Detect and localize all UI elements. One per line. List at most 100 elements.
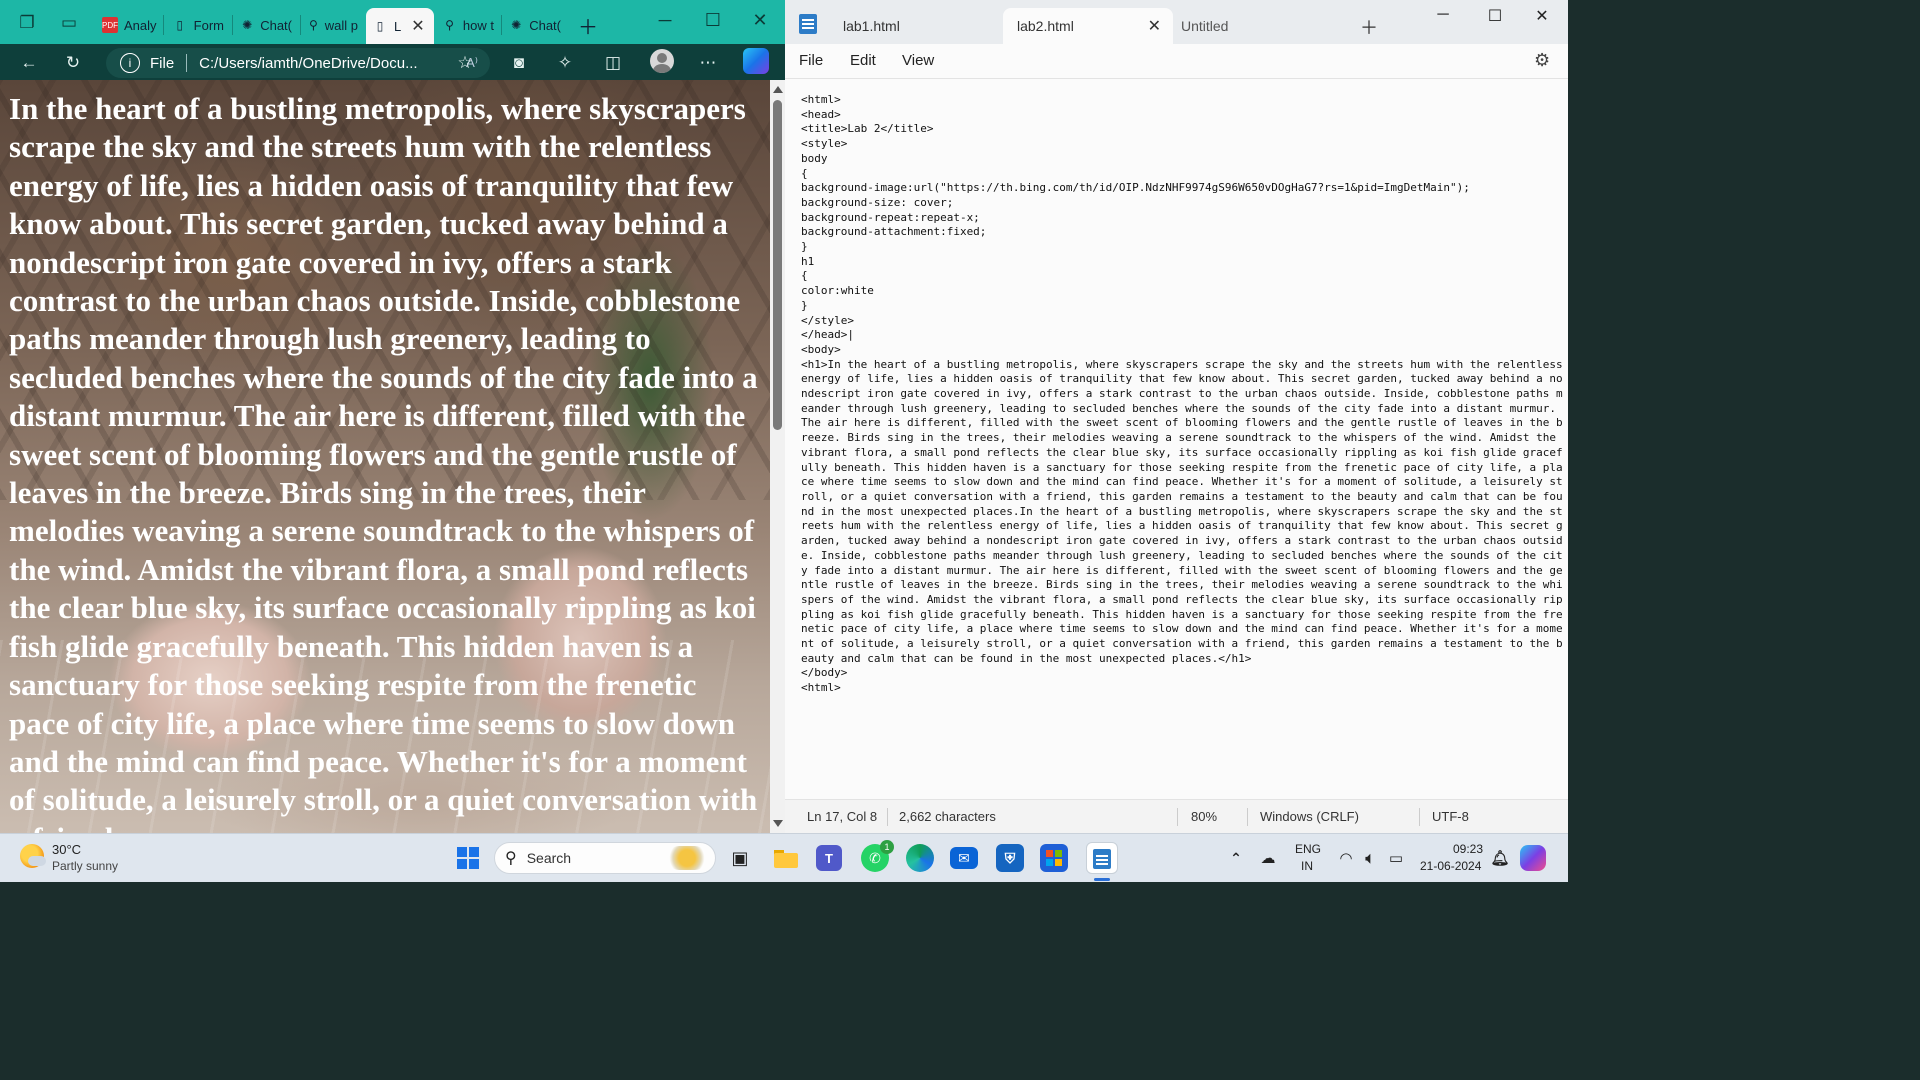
show-hidden-icons-chevron-icon[interactable]: ⌃ [1220, 842, 1252, 874]
notepad-menu-bar: File Edit View ⚙ [785, 44, 1568, 78]
weather-partly-sunny-icon[interactable] [20, 844, 46, 868]
info-icon[interactable]: i [120, 53, 140, 73]
browser-tab-bar: ❐ ▭ PDF Analy ▯ Form ✺ Chat( ⚲ wall p ▯ … [0, 0, 785, 44]
back-arrow-icon[interactable]: ← [16, 50, 42, 76]
tab-separator [300, 15, 301, 35]
clock-date[interactable]: 21-06-2024 [1420, 859, 1481, 873]
tab-how[interactable]: ⚲ how t [436, 8, 500, 42]
tab-label: Form [193, 17, 224, 33]
notepad-app-icon [799, 14, 817, 34]
address-url[interactable]: C:/Users/iamth/OneDrive/Docu... [199, 55, 466, 72]
tab-analy[interactable]: PDF Analy [96, 8, 160, 42]
microsoft-store-icon[interactable] [1040, 844, 1068, 872]
status-divider [1177, 808, 1178, 826]
new-tab-button[interactable]: ＋ [572, 8, 602, 42]
search-icon: ⚲ [445, 18, 454, 32]
settings-gear-icon[interactable]: ⚙ [1534, 50, 1550, 71]
minimize-icon[interactable]: ─ [1428, 6, 1458, 24]
chatgpt-icon: ✺ [242, 18, 253, 32]
page-scrollbar[interactable] [770, 80, 785, 833]
network-disconnected-icon[interactable]: ☁ [1252, 842, 1284, 874]
split-screen-icon[interactable]: ◫ [600, 50, 626, 76]
tab-actions-icon[interactable]: ▭ [56, 10, 82, 36]
notification-bell-icon[interactable]: 🔔︎ [1484, 842, 1516, 874]
mail-icon[interactable]: ✉ [950, 847, 978, 869]
address-divider [186, 54, 188, 72]
pdf-icon: PDF [102, 17, 118, 33]
refresh-icon[interactable]: ↻ [60, 50, 86, 76]
close-window-icon[interactable]: ✕ [1527, 6, 1557, 26]
maximize-icon[interactable]: ☐ [1480, 6, 1510, 26]
search-highlight-icon [667, 846, 707, 870]
tab-form[interactable]: ▯ Form [166, 8, 230, 42]
language-primary[interactable]: ENG [1295, 842, 1321, 856]
minimize-icon[interactable]: ─ [650, 10, 680, 31]
file-explorer-icon[interactable] [770, 842, 802, 874]
teams-icon[interactable]: T [816, 845, 842, 871]
status-divider [1419, 808, 1420, 826]
close-window-icon[interactable]: ✕ [745, 10, 775, 31]
notepad-tab-bar: lab1.html lab2.html ✕ Untitled ＋ ─ ☐ ✕ [785, 0, 1568, 44]
new-tab-plus-icon[interactable]: ＋ [1360, 14, 1378, 40]
encoding[interactable]: UTF-8 [1432, 809, 1469, 824]
tab-separator [163, 15, 164, 35]
scroll-down-arrow-icon[interactable] [773, 820, 783, 827]
active-app-indicator [1094, 878, 1110, 881]
tab-lab1[interactable]: lab1.html [829, 8, 1001, 44]
page-icon: ▯ [376, 19, 384, 33]
windows-start-icon[interactable] [452, 842, 484, 874]
taskbar-search[interactable]: ⚲ Search [494, 842, 716, 874]
favorite-star-icon[interactable]: ☆ [452, 50, 478, 76]
status-bar: Ln 17, Col 8 2,662 characters 80% Window… [785, 799, 1568, 833]
tab-active-lab2[interactable]: ▯ L ✕ [366, 8, 434, 44]
tab-label: Chat( [260, 17, 292, 33]
tab-wall[interactable]: ⚲ wall p [302, 8, 364, 42]
editor-text[interactable]: <html> <head> <title>Lab 2</title> <styl… [801, 93, 1567, 696]
task-view-icon[interactable]: ▣ [724, 842, 756, 874]
screenshot-camera-icon[interactable]: ◙ [506, 50, 532, 76]
cursor-position: Ln 17, Col 8 [807, 809, 878, 824]
tab-label: Untitled [1181, 18, 1229, 34]
status-divider [1247, 808, 1248, 826]
menu-file[interactable]: File [799, 52, 823, 69]
tab-label: lab2.html [1017, 18, 1074, 34]
security-shield-icon[interactable]: ⛨ [996, 844, 1024, 872]
tab-chat-1[interactable]: ✺ Chat( [234, 8, 298, 42]
profile-avatar[interactable] [650, 49, 674, 73]
more-options-icon[interactable]: ⋯ [695, 50, 721, 76]
tab-label: Analy [124, 17, 157, 33]
battery-icon[interactable]: ▭ [1380, 842, 1412, 874]
address-bar[interactable]: i File C:/Users/iamth/OneDrive/Docu... A… [106, 48, 490, 78]
language-secondary[interactable]: IN [1301, 859, 1313, 873]
tab-chat-2[interactable]: ✺ Chat( [503, 8, 567, 42]
taskbar: 30°C Partly sunny ⚲ Search ▣ T ✆ 1 ✉ ⛨ ⌃… [0, 833, 1568, 882]
close-tab-icon[interactable]: ✕ [411, 16, 424, 36]
menu-edit[interactable]: Edit [850, 52, 876, 69]
menu-view[interactable]: View [902, 52, 934, 69]
close-tab-icon[interactable]: ✕ [1148, 16, 1161, 36]
code-editor[interactable]: <html> <head> <title>Lab 2</title> <styl… [785, 78, 1568, 799]
copilot-icon[interactable] [1520, 845, 1546, 871]
tab-label: wall p [324, 17, 358, 33]
scrollbar-thumb[interactable] [773, 100, 782, 430]
page-icon: ▯ [176, 18, 184, 32]
weather-temperature[interactable]: 30°C [52, 842, 81, 857]
tab-lab2-active[interactable]: lab2.html ✕ [1003, 8, 1173, 44]
tab-untitled[interactable]: Untitled [1167, 8, 1347, 44]
notepad-window: lab1.html lab2.html ✕ Untitled ＋ ─ ☐ ✕ F… [785, 0, 1568, 833]
clock-time[interactable]: 09:23 [1453, 842, 1483, 856]
maximize-icon[interactable]: ☐ [698, 10, 728, 31]
copilot-icon[interactable] [743, 48, 769, 74]
notepad-taskbar-icon[interactable] [1086, 842, 1118, 874]
tab-label: Chat( [529, 17, 561, 33]
scroll-up-arrow-icon[interactable] [773, 86, 783, 93]
status-divider [887, 808, 888, 826]
edge-browser-icon[interactable] [906, 844, 934, 872]
zoom-level[interactable]: 80% [1191, 809, 1217, 824]
line-ending[interactable]: Windows (CRLF) [1260, 809, 1359, 824]
chatgpt-icon: ✺ [511, 18, 522, 32]
workspaces-icon[interactable]: ❐ [14, 10, 40, 36]
extensions-icon[interactable]: ✧ [552, 50, 578, 76]
tab-label: lab1.html [843, 18, 900, 34]
weather-condition[interactable]: Partly sunny [52, 859, 118, 873]
